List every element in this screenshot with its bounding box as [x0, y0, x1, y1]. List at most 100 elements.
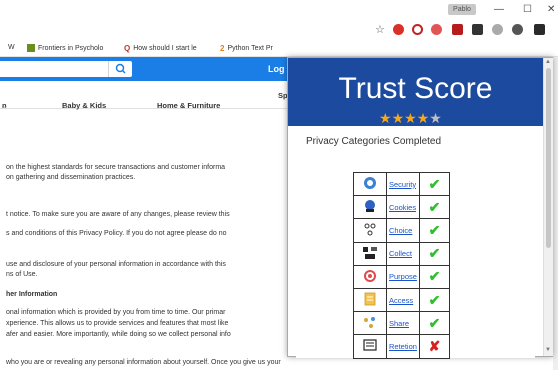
policy-text: onal information which is provided by yo…	[6, 309, 226, 316]
category-link-security[interactable]: Security	[386, 171, 420, 197]
title-bar: Pablo — ☐ ✕	[0, 0, 558, 20]
policy-text: who you are or revealing any personal in…	[6, 359, 281, 366]
cross-icon: ✘	[419, 334, 450, 359]
extension-icon[interactable]	[452, 24, 463, 35]
extension-icon[interactable]	[512, 24, 523, 35]
policy-text: on gathering and dissemination practices…	[6, 174, 136, 181]
adblock-extension-icon[interactable]	[393, 24, 404, 35]
cell-icon	[353, 311, 387, 336]
document-icon	[364, 292, 376, 306]
check-icon: ✔	[419, 218, 450, 243]
table-row: Security ✔	[353, 171, 450, 197]
login-link[interactable]: Log	[268, 64, 285, 74]
policy-text: t notice. To make sure you are aware of …	[6, 211, 230, 218]
chevron-down-icon: ⌄	[62, 101, 69, 110]
extension-icon[interactable]	[472, 24, 483, 35]
table-row: Purpose ✔	[353, 264, 450, 289]
site-header: Log	[0, 57, 300, 81]
category-link-share[interactable]: Share	[386, 311, 420, 336]
table-row: Collect ✔	[353, 241, 450, 266]
star-icon: ★	[429, 110, 442, 126]
popup-scrollbar[interactable]: ▲ ▼	[543, 58, 553, 356]
bookmark-item[interactable]: Q How should I start le	[124, 44, 197, 53]
cell-icon	[353, 241, 387, 266]
extension-icon[interactable]	[431, 24, 442, 35]
check-icon: ✔	[419, 287, 450, 313]
browser-window: Pablo — ☐ ✕ ☆ W Frontiers in Psycholo Q …	[0, 0, 558, 370]
category-link-choice[interactable]: Choice	[386, 218, 420, 243]
cell-icon	[353, 287, 387, 313]
star-icon: ★	[416, 110, 430, 126]
category-link-cookies[interactable]: Cookies	[386, 195, 420, 220]
bookmark-label: How should I start le	[133, 45, 197, 52]
share-icon	[364, 317, 375, 329]
bookmark-label: W	[8, 44, 15, 51]
cell-icon	[353, 218, 387, 243]
table-row: Access ✔	[353, 287, 450, 313]
section-heading: her Information	[6, 291, 58, 298]
bookmark-item[interactable]: W	[8, 44, 15, 51]
scroll-up-arrow-icon[interactable]: ▲	[545, 59, 551, 65]
table-row: Choice ✔	[353, 218, 450, 243]
retention-icon	[363, 339, 377, 352]
page-scrollbar[interactable]	[553, 57, 558, 370]
bookmarks-bar: W Frontiers in Psycholo Q How should I s…	[0, 40, 558, 57]
bookmark-item[interactable]: 2 Python Text Pr	[220, 44, 273, 53]
category-link-purpose[interactable]: Purpose	[386, 264, 420, 289]
section-title: Privacy Categories Completed	[306, 136, 442, 147]
table-row: Retetion ✘	[353, 334, 450, 359]
chevron-down-icon: ⌄	[2, 101, 9, 110]
scrollbar-thumb[interactable]	[546, 68, 551, 248]
address-bar-row: ☆	[0, 20, 558, 40]
search-icon	[115, 63, 126, 74]
search-input[interactable]	[0, 61, 132, 77]
extension-icon[interactable]	[492, 24, 503, 35]
cell-icon	[353, 334, 387, 359]
check-icon: ✔	[419, 171, 450, 197]
category-link-collect[interactable]: Collect	[386, 241, 420, 266]
bookmark-star-icon[interactable]: ☆	[375, 23, 385, 36]
check-icon: ✔	[419, 264, 450, 289]
scroll-down-arrow-icon[interactable]: ▼	[545, 347, 551, 353]
extension-icon[interactable]	[412, 24, 423, 35]
target-icon	[364, 269, 376, 282]
cookie-monster-icon	[365, 200, 375, 213]
policy-text: s and conditions of this Privacy Policy.…	[6, 230, 227, 237]
star-icon: ★	[404, 110, 417, 126]
quora-icon: Q	[124, 44, 131, 53]
popup-header: Trust Score ★★★★★	[288, 58, 543, 126]
close-button[interactable]: ✕	[547, 4, 555, 15]
privacy-policy-content: on the highest standards for secure tran…	[0, 110, 298, 370]
category-link-access[interactable]: Access	[386, 287, 420, 313]
policy-text: use and disclosure of your personal info…	[6, 261, 226, 268]
python-icon: 2	[220, 44, 225, 53]
bookmark-label: Python Text Pr	[227, 45, 273, 52]
search-button[interactable]	[108, 61, 132, 77]
category-link-retention[interactable]: Retetion	[386, 334, 420, 359]
check-icon: ✔	[419, 311, 450, 336]
frontiers-icon	[27, 44, 35, 52]
cell-icon	[353, 264, 387, 289]
policy-text: on the highest standards for secure tran…	[6, 164, 226, 171]
collect-icon	[363, 246, 377, 259]
policy-text: afer and easier. More importantly, while…	[6, 331, 231, 338]
bookmark-item[interactable]: Frontiers in Psycholo	[27, 44, 103, 52]
star-icon: ★	[379, 110, 392, 126]
trust-score-popup: Trust Score ★★★★★ Privacy Categories Com…	[287, 57, 553, 359]
minimize-button[interactable]: —	[494, 4, 504, 15]
cell-icon	[353, 195, 387, 220]
choice-icon	[364, 223, 376, 236]
popup-body: Privacy Categories Completed Security ✔	[296, 126, 535, 359]
shield-icon	[364, 177, 376, 190]
bookmark-label: Frontiers in Psycholo	[38, 44, 104, 52]
profile-button[interactable]: Pablo	[448, 4, 476, 15]
category-nav: n ⌄ Baby & Kids ⌄ Home & Furniture ⌄ Sp	[0, 81, 300, 110]
trust-score-extension-icon[interactable]	[534, 24, 545, 35]
table-row: Cookies ✔	[353, 195, 450, 220]
star-icon: ★	[391, 110, 405, 126]
popup-title: Trust Score	[338, 72, 493, 105]
table-row: Share ✔	[353, 311, 450, 336]
maximize-button[interactable]: ☐	[523, 4, 532, 15]
chevron-down-icon: ⌄	[157, 101, 164, 110]
policy-text: ns of Use.	[6, 271, 38, 278]
